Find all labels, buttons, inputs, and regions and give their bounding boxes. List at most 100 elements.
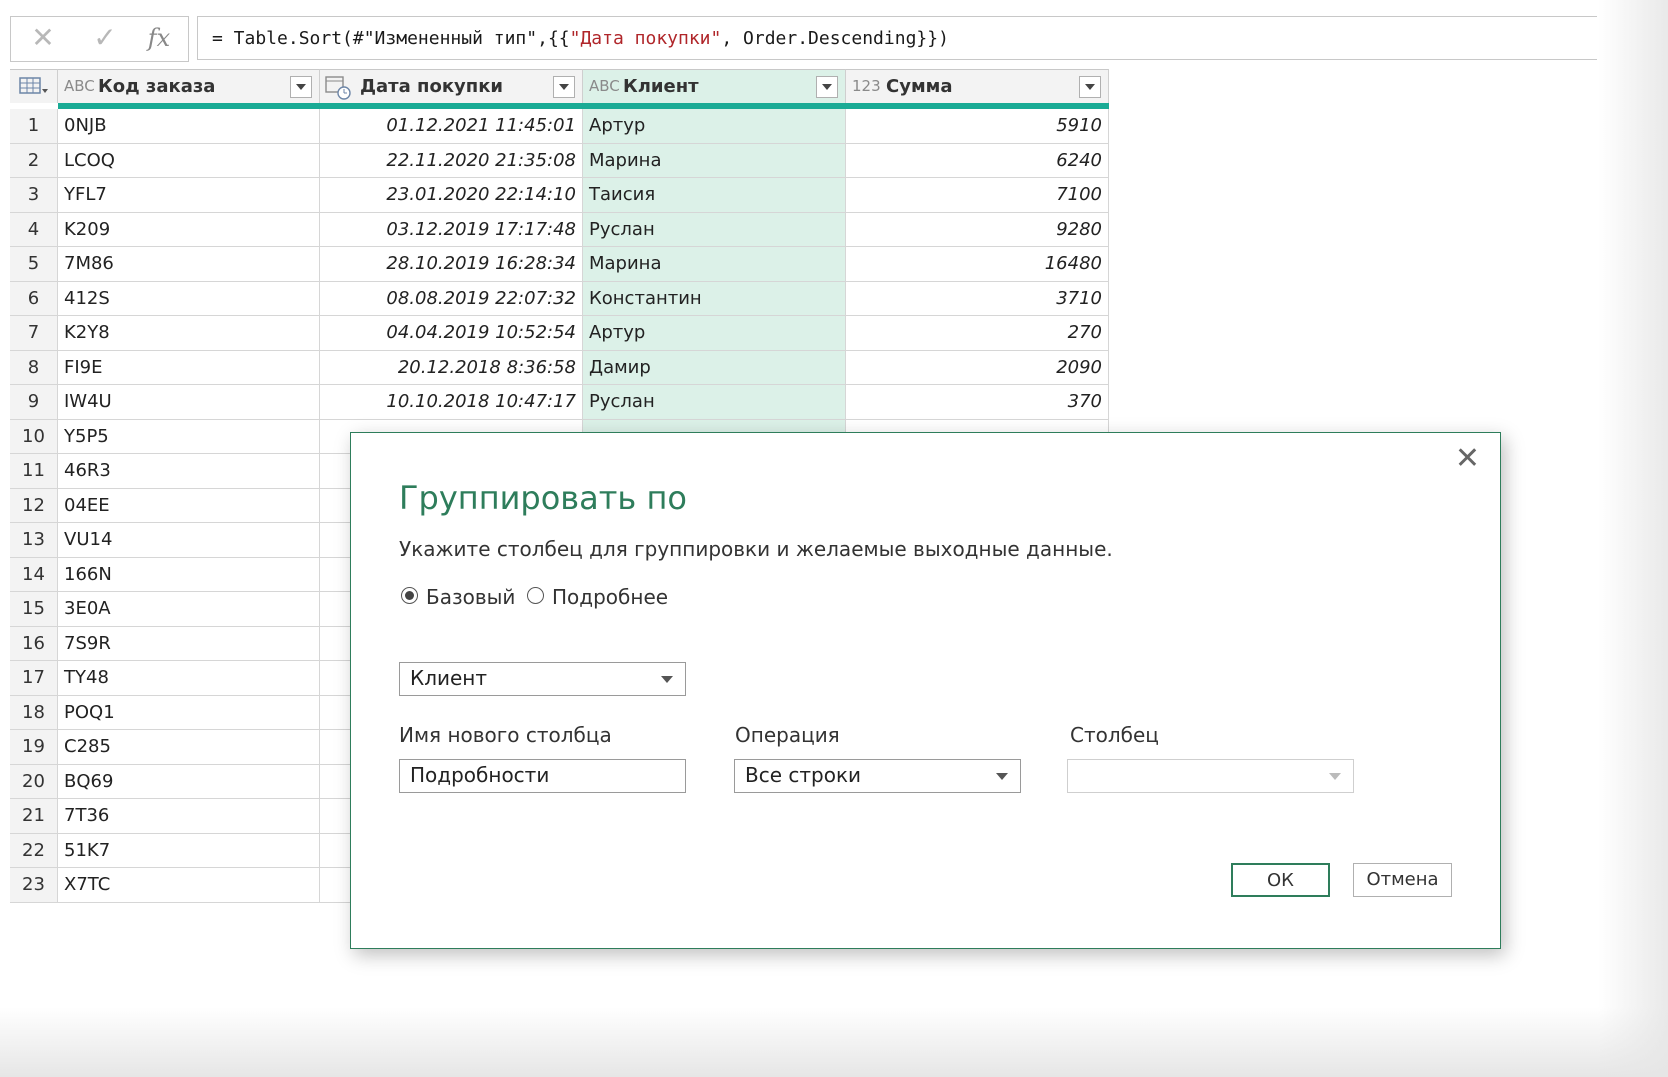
row-number[interactable]: 1 — [10, 109, 58, 144]
row-number[interactable]: 8 — [10, 350, 58, 385]
column-header-sum[interactable]: 123 Сумма — [846, 69, 1109, 103]
row-number[interactable]: 14 — [10, 557, 58, 592]
row-number[interactable]: 16 — [10, 626, 58, 661]
cell-sum[interactable]: 9280 — [846, 212, 1109, 247]
cell-client[interactable]: Марина — [583, 247, 846, 282]
row-number[interactable]: 18 — [10, 695, 58, 730]
row-number[interactable]: 12 — [10, 488, 58, 523]
cell-purchase-date[interactable]: 28.10.2019 16:28:34 — [320, 247, 583, 282]
chevron-down-icon — [996, 773, 1008, 780]
row-number[interactable]: 10 — [10, 419, 58, 454]
radio-unselected-icon — [527, 587, 544, 604]
cell-order-code[interactable]: X7TC — [58, 868, 320, 903]
row-number[interactable]: 5 — [10, 247, 58, 282]
cell-sum[interactable]: 2090 — [846, 350, 1109, 385]
cell-order-code[interactable]: 0NJB — [58, 109, 320, 144]
cell-client[interactable]: Руслан — [583, 385, 846, 420]
cell-order-code[interactable]: C285 — [58, 730, 320, 765]
cell-order-code[interactable]: 7S9R — [58, 626, 320, 661]
operation-value: Все строки — [745, 763, 862, 787]
cell-purchase-date[interactable]: 23.01.2020 22:14:10 — [320, 178, 583, 213]
chevron-down-icon — [661, 676, 673, 683]
formula-input[interactable]: = Table.Sort(#"Измененный тип",{{"Дата п… — [197, 16, 1597, 60]
cell-order-code[interactable]: TY48 — [58, 661, 320, 696]
row-number[interactable]: 13 — [10, 523, 58, 558]
row-number[interactable]: 22 — [10, 833, 58, 868]
column-header-date[interactable]: Дата покупки — [320, 69, 583, 103]
cell-order-code[interactable]: 46R3 — [58, 454, 320, 489]
cell-client[interactable]: Марина — [583, 143, 846, 178]
cell-order-code[interactable]: 7M86 — [58, 247, 320, 282]
cell-purchase-date[interactable]: 08.08.2019 22:07:32 — [320, 281, 583, 316]
cell-order-code[interactable]: 412S — [58, 281, 320, 316]
cell-order-code[interactable]: VU14 — [58, 523, 320, 558]
cell-client[interactable]: Руслан — [583, 212, 846, 247]
cell-purchase-date[interactable]: 20.12.2018 8:36:58 — [320, 350, 583, 385]
ok-button[interactable]: ОК — [1231, 863, 1330, 897]
row-number[interactable]: 23 — [10, 868, 58, 903]
cell-order-code[interactable]: 04EE — [58, 488, 320, 523]
fx-icon[interactable]: fx — [139, 23, 179, 53]
cell-sum[interactable]: 5910 — [846, 109, 1109, 144]
check-icon[interactable]: ✓ — [85, 23, 125, 53]
cell-sum[interactable]: 3710 — [846, 281, 1109, 316]
formula-suffix: , Order.Descending}}) — [721, 28, 949, 49]
close-icon[interactable]: ✕ — [23, 23, 63, 53]
cell-purchase-date[interactable]: 04.04.2019 10:52:54 — [320, 316, 583, 351]
row-number[interactable]: 15 — [10, 592, 58, 627]
cell-sum[interactable]: 16480 — [846, 247, 1109, 282]
cell-client[interactable]: Таисия — [583, 178, 846, 213]
cell-client[interactable]: Константин — [583, 281, 846, 316]
cell-order-code[interactable]: 3E0A — [58, 592, 320, 627]
row-number[interactable]: 7 — [10, 316, 58, 351]
group-by-select[interactable]: Клиент — [399, 662, 686, 696]
row-number[interactable]: 19 — [10, 730, 58, 765]
cell-order-code[interactable]: K2Y8 — [58, 316, 320, 351]
table-menu-button[interactable] — [10, 69, 58, 103]
cell-order-code[interactable]: Y5P5 — [58, 419, 320, 454]
cell-purchase-date[interactable]: 03.12.2019 17:17:48 — [320, 212, 583, 247]
new-column-name-input[interactable]: Подробности — [399, 759, 686, 793]
row-number[interactable]: 4 — [10, 212, 58, 247]
row-number[interactable]: 6 — [10, 281, 58, 316]
cell-sum[interactable]: 270 — [846, 316, 1109, 351]
sort-descending-button[interactable] — [553, 76, 575, 98]
row-number[interactable]: 21 — [10, 799, 58, 834]
row-number[interactable]: 20 — [10, 764, 58, 799]
row-number[interactable]: 3 — [10, 178, 58, 213]
cancel-button[interactable]: Отмена — [1353, 863, 1452, 897]
filter-dropdown-button[interactable] — [816, 76, 838, 98]
filter-dropdown-button[interactable] — [290, 76, 312, 98]
filter-dropdown-button[interactable] — [1079, 76, 1101, 98]
cell-sum[interactable]: 6240 — [846, 143, 1109, 178]
operation-select[interactable]: Все строки — [734, 759, 1021, 793]
cell-order-code[interactable]: FI9E — [58, 350, 320, 385]
radio-basic[interactable]: Базовый — [401, 585, 515, 609]
cell-sum[interactable]: 7100 — [846, 178, 1109, 213]
radio-advanced[interactable]: Подробнее — [527, 585, 668, 609]
cell-order-code[interactable]: 7T36 — [58, 799, 320, 834]
cell-order-code[interactable]: POQ1 — [58, 695, 320, 730]
cell-sum[interactable]: 370 — [846, 385, 1109, 420]
cell-order-code[interactable]: IW4U — [58, 385, 320, 420]
row-number[interactable]: 11 — [10, 454, 58, 489]
cell-order-code[interactable]: 51K7 — [58, 833, 320, 868]
cell-client[interactable]: Артур — [583, 109, 846, 144]
cell-purchase-date[interactable]: 22.11.2020 21:35:08 — [320, 143, 583, 178]
cell-order-code[interactable]: K209 — [58, 212, 320, 247]
row-number[interactable]: 2 — [10, 143, 58, 178]
cell-purchase-date[interactable]: 10.10.2018 10:47:17 — [320, 385, 583, 420]
cell-order-code[interactable]: YFL7 — [58, 178, 320, 213]
row-number[interactable]: 17 — [10, 661, 58, 696]
cell-order-code[interactable]: 166N — [58, 557, 320, 592]
column-header-code[interactable]: ABC Код заказа — [58, 69, 320, 103]
cell-order-code[interactable]: LCOQ — [58, 143, 320, 178]
cell-client[interactable]: Дамир — [583, 350, 846, 385]
cell-purchase-date[interactable]: 01.12.2021 11:45:01 — [320, 109, 583, 144]
row-number[interactable]: 9 — [10, 385, 58, 420]
cell-order-code[interactable]: BQ69 — [58, 764, 320, 799]
table-icon — [19, 77, 48, 94]
cell-client[interactable]: Артур — [583, 316, 846, 351]
close-icon[interactable]: ✕ — [1455, 441, 1480, 476]
column-header-client[interactable]: ABC Клиент — [583, 69, 846, 103]
